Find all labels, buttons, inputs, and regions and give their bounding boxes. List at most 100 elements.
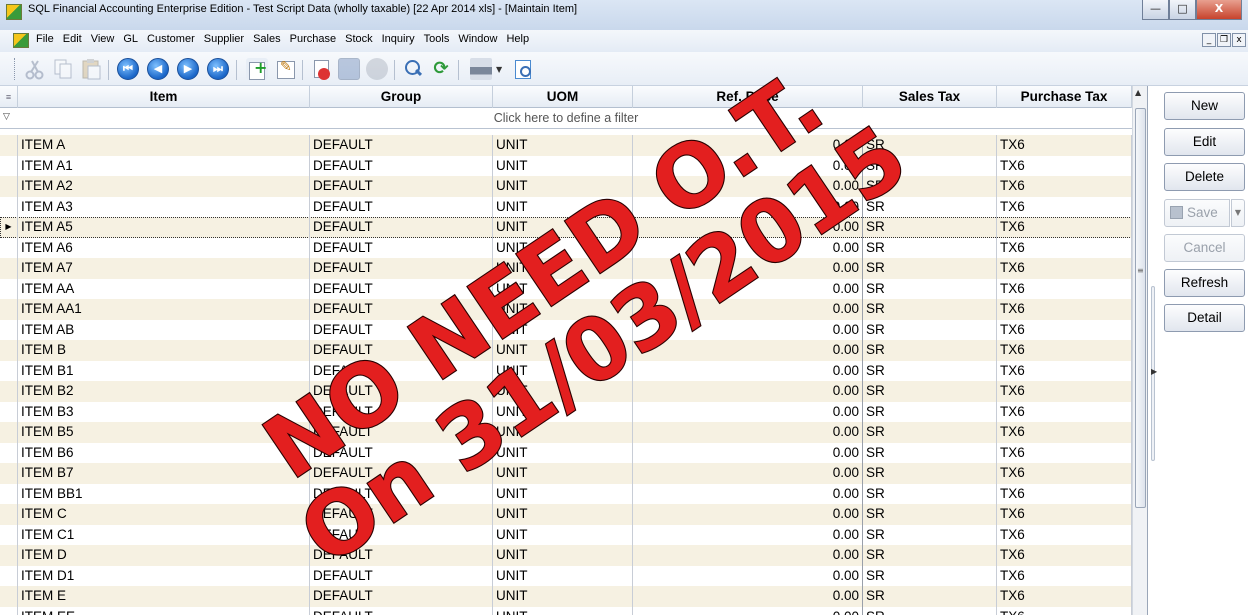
- cell-uom[interactable]: UNIT: [493, 196, 633, 217]
- cell-sales-tax[interactable]: SR: [863, 155, 997, 176]
- menu-gl[interactable]: GL: [123, 33, 138, 45]
- cell-ref-price[interactable]: 0.00: [633, 319, 863, 340]
- cell-group[interactable]: DEFAULT: [310, 135, 493, 156]
- cell-item[interactable]: ITEM B7: [18, 463, 310, 484]
- row-indicator[interactable]: [0, 196, 18, 217]
- cell-sales-tax[interactable]: SR: [863, 278, 997, 299]
- column-header-ref-price[interactable]: Ref. Price: [633, 86, 863, 108]
- cell-sales-tax[interactable]: SR: [863, 217, 997, 238]
- menu-view[interactable]: View: [91, 33, 115, 45]
- cell-group[interactable]: DEFAULT: [310, 483, 493, 504]
- cell-sales-tax[interactable]: SR: [863, 258, 997, 279]
- save-icon[interactable]: [338, 58, 360, 80]
- cell-item[interactable]: ITEM D1: [18, 565, 310, 586]
- table-row[interactable]: ITEM A6 DEFAULT UNIT 0.00 SR TX6: [0, 237, 1132, 258]
- previous-record-button[interactable]: ◀: [147, 58, 169, 80]
- edit-record-icon[interactable]: [274, 58, 296, 80]
- cell-purchase-tax[interactable]: TX6: [997, 278, 1132, 299]
- cell-uom[interactable]: UNIT: [493, 483, 633, 504]
- row-indicator[interactable]: [0, 278, 18, 299]
- menu-customer[interactable]: Customer: [147, 33, 195, 45]
- cell-sales-tax[interactable]: SR: [863, 176, 997, 197]
- cell-item[interactable]: ITEM C: [18, 504, 310, 525]
- cell-group[interactable]: DEFAULT: [310, 504, 493, 525]
- table-row[interactable]: ITEM B3 DEFAULT UNIT 0.00 SR TX6: [0, 401, 1132, 422]
- cell-ref-price[interactable]: 0.00: [633, 360, 863, 381]
- cell-ref-price[interactable]: 0.00: [633, 422, 863, 443]
- cell-group[interactable]: DEFAULT: [310, 360, 493, 381]
- cell-purchase-tax[interactable]: TX6: [997, 483, 1132, 504]
- cell-uom[interactable]: UNIT: [493, 360, 633, 381]
- menu-file[interactable]: File: [36, 33, 54, 45]
- cell-sales-tax[interactable]: SR: [863, 524, 997, 545]
- row-indicator[interactable]: [0, 401, 18, 422]
- save-button[interactable]: Save: [1164, 199, 1230, 227]
- menu-edit[interactable]: Edit: [63, 33, 82, 45]
- table-row-selected[interactable]: ▶ ITEM A5 DEFAULT UNIT 0.00 SR TX6: [0, 217, 1132, 238]
- cancel-button[interactable]: Cancel: [1164, 234, 1245, 262]
- cell-ref-price[interactable]: 0.00: [633, 545, 863, 566]
- cell-uom[interactable]: UNIT: [493, 155, 633, 176]
- cell-uom[interactable]: UNIT: [493, 258, 633, 279]
- cell-uom[interactable]: UNIT: [493, 524, 633, 545]
- table-row[interactable]: ITEM A7 DEFAULT UNIT 0.00 SR TX6: [0, 258, 1132, 279]
- row-indicator[interactable]: [0, 176, 18, 197]
- table-row[interactable]: ITEM EEDEFAULTUNIT0.00SRTX6: [0, 606, 1132, 615]
- cell-ref-price[interactable]: 0.00: [633, 463, 863, 484]
- cell-purchase-tax[interactable]: TX6: [997, 319, 1132, 340]
- filter-prompt[interactable]: Click here to define a filter: [0, 111, 1132, 125]
- table-row[interactable]: ITEM A2 DEFAULT UNIT 0.00 SR TX6: [0, 176, 1132, 197]
- find-icon[interactable]: [402, 58, 424, 80]
- cell-purchase-tax[interactable]: TX6: [997, 340, 1132, 361]
- table-row[interactable]: ITEM A1 DEFAULT UNIT 0.00 SR TX6: [0, 155, 1132, 176]
- cell-ref-price[interactable]: 0.00: [633, 504, 863, 525]
- cell-item[interactable]: ITEM AA1: [18, 299, 310, 320]
- cell-sales-tax[interactable]: SR: [863, 606, 997, 615]
- cell-ref-price[interactable]: 0.00: [633, 299, 863, 320]
- cell-uom[interactable]: UNIT: [493, 381, 633, 402]
- cell-purchase-tax[interactable]: TX6: [997, 217, 1132, 238]
- cell-ref-price[interactable]: 0.00: [633, 606, 863, 615]
- cell-group[interactable]: DEFAULT: [310, 381, 493, 402]
- copy-icon[interactable]: [52, 58, 74, 80]
- cell-purchase-tax[interactable]: TX6: [997, 442, 1132, 463]
- menu-supplier[interactable]: Supplier: [204, 33, 244, 45]
- table-row[interactable]: ITEM B2 DEFAULT UNIT 0.00 SR TX6: [0, 381, 1132, 402]
- cell-purchase-tax[interactable]: TX6: [997, 196, 1132, 217]
- row-indicator[interactable]: [0, 422, 18, 443]
- row-indicator[interactable]: [0, 299, 18, 320]
- cell-purchase-tax[interactable]: TX6: [997, 401, 1132, 422]
- mdi-restore-button[interactable]: ❐: [1217, 33, 1231, 47]
- cell-group[interactable]: DEFAULT: [310, 442, 493, 463]
- cancel-icon[interactable]: [366, 58, 388, 80]
- cell-ref-price[interactable]: 0.00: [633, 155, 863, 176]
- table-row[interactable]: ITEM E DEFAULT UNIT 0.00 SR TX6: [0, 586, 1132, 607]
- cell-uom[interactable]: UNIT: [493, 401, 633, 422]
- delete-button[interactable]: Delete: [1164, 163, 1245, 191]
- cell-sales-tax[interactable]: SR: [863, 504, 997, 525]
- cell-sales-tax[interactable]: SR: [863, 299, 997, 320]
- cell-group[interactable]: DEFAULT: [310, 422, 493, 443]
- cell-group[interactable]: DEFAULT: [310, 299, 493, 320]
- table-row[interactable]: ITEM B5 DEFAULT UNIT 0.00 SR TX6: [0, 422, 1132, 443]
- cell-item[interactable]: ITEM B5: [18, 422, 310, 443]
- cell-sales-tax[interactable]: SR: [863, 483, 997, 504]
- save-dropdown-button[interactable]: ▼: [1231, 199, 1245, 227]
- cell-item[interactable]: ITEM C1: [18, 524, 310, 545]
- new-button[interactable]: New: [1164, 92, 1245, 120]
- row-indicator[interactable]: [0, 340, 18, 361]
- table-row[interactable]: ITEM A3 DEFAULT UNIT 0.00 SR TX6: [0, 196, 1132, 217]
- cell-item[interactable]: ITEM A2: [18, 176, 310, 197]
- paste-icon[interactable]: [80, 58, 102, 80]
- cell-sales-tax[interactable]: SR: [863, 422, 997, 443]
- last-record-button[interactable]: ⏭: [207, 58, 229, 80]
- cell-purchase-tax[interactable]: TX6: [997, 565, 1132, 586]
- cell-group[interactable]: DEFAULT: [310, 196, 493, 217]
- column-header-purchase-tax[interactable]: Purchase Tax: [997, 86, 1132, 108]
- cell-uom[interactable]: UNIT: [493, 504, 633, 525]
- refresh-button[interactable]: Refresh: [1164, 269, 1245, 297]
- row-indicator[interactable]: [0, 319, 18, 340]
- next-record-button[interactable]: ▶: [177, 58, 199, 80]
- cell-uom[interactable]: UNIT: [493, 606, 633, 615]
- cell-item[interactable]: ITEM AB: [18, 319, 310, 340]
